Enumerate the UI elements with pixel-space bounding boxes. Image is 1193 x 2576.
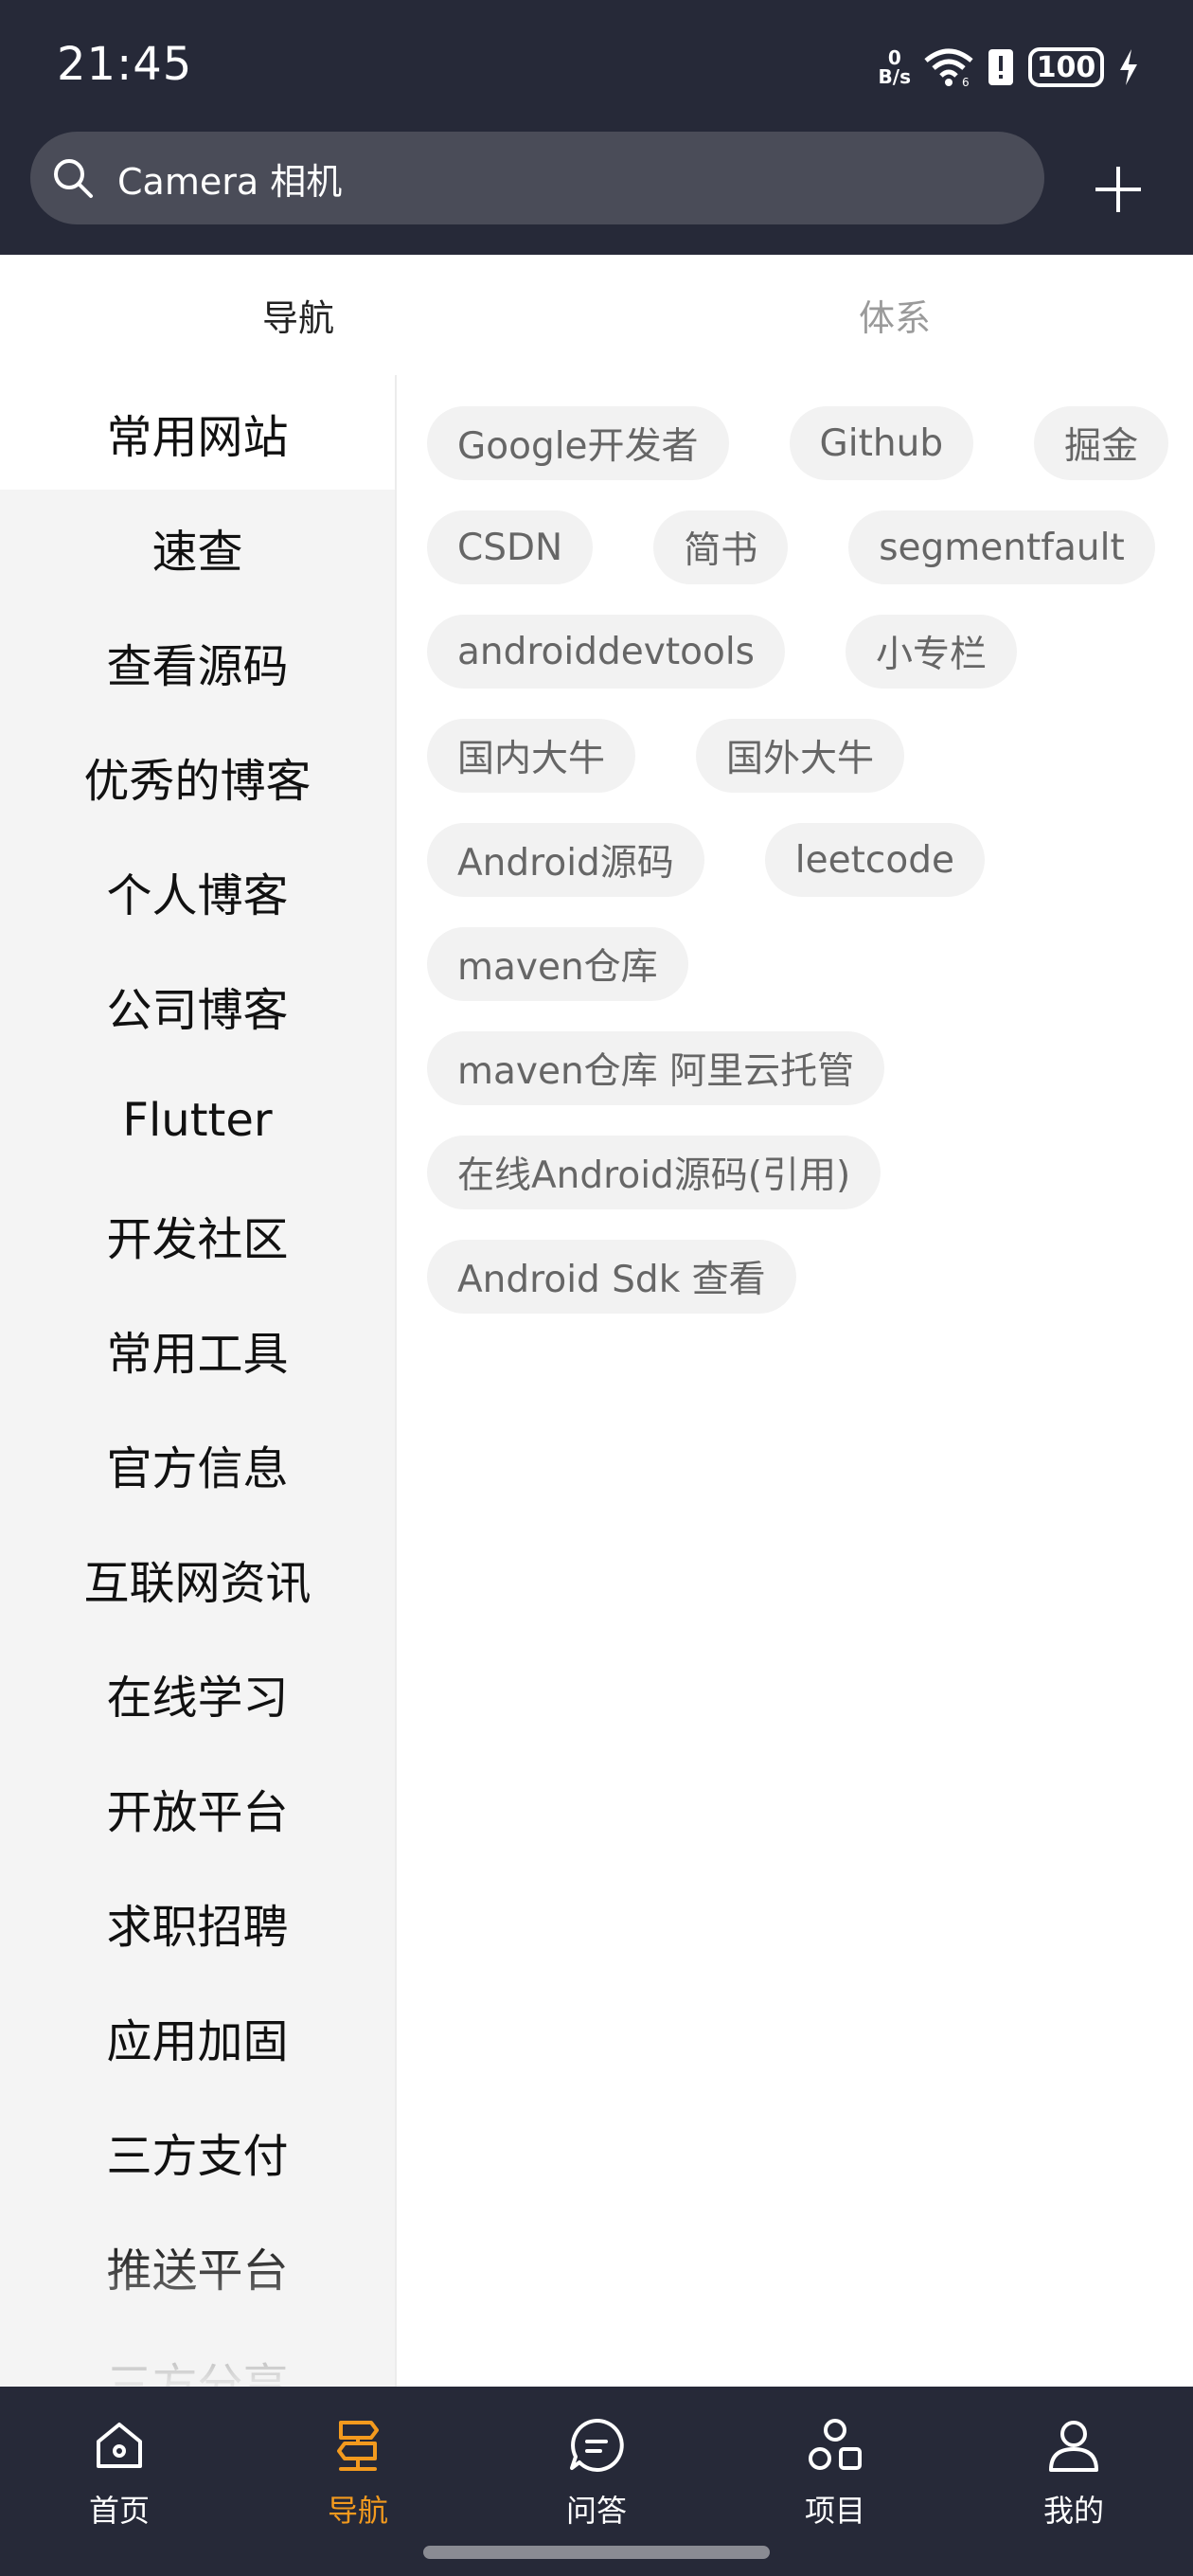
sidebar-item[interactable]: 开发社区 xyxy=(0,1177,395,1292)
tab-bar: 导航 体系 xyxy=(0,255,1193,375)
link-chip[interactable]: Android Sdk 查看 xyxy=(427,1240,796,1314)
link-chip[interactable]: Google开发者 xyxy=(427,406,729,480)
chip-row: 国内大牛 国外大牛 xyxy=(427,719,1175,793)
sidebar-item[interactable]: 开放平台 xyxy=(0,1750,395,1865)
app-header: 21:45 0 B/s 6 100 Camera 相机 xyxy=(0,0,1193,255)
alert-icon xyxy=(988,49,1013,85)
link-chip[interactable]: 小专栏 xyxy=(846,615,1018,689)
shapes-icon xyxy=(809,2419,862,2470)
sidebar-item[interactable]: 优秀的博客 xyxy=(0,719,395,833)
charging-icon xyxy=(1120,49,1137,85)
sidebar-item[interactable]: 速查 xyxy=(0,490,395,604)
sidebar-item[interactable]: 应用加固 xyxy=(0,1979,395,2094)
sidebar-item[interactable]: 常用网站 xyxy=(0,375,395,490)
link-chip[interactable]: maven仓库 xyxy=(427,927,688,1001)
sidebar-item[interactable]: 互联网资讯 xyxy=(0,1521,395,1636)
chip-row: maven仓库 xyxy=(427,927,1175,1001)
status-time: 21:45 xyxy=(57,38,193,91)
home-icon xyxy=(97,2423,142,2468)
nav-navigation-label: 导航 xyxy=(327,2493,388,2529)
link-chip-grid: Google开发者 Github 掘金 CSDN 简书 segmentfault… xyxy=(427,406,1175,1344)
chip-row: CSDN 简书 segmentfault xyxy=(427,510,1175,584)
network-speed: 0 B/s xyxy=(879,48,911,86)
sidebar-item[interactable]: 求职招聘 xyxy=(0,1865,395,1979)
sidebar-item[interactable]: 推送平台 xyxy=(0,2209,395,2323)
status-icons: 0 B/s 6 100 xyxy=(879,44,1140,91)
svg-text:6: 6 xyxy=(962,76,970,87)
nav-profile-label: 我的 xyxy=(1042,2493,1104,2529)
sidebar-item[interactable]: 三方分享 xyxy=(0,2323,395,2388)
link-chip[interactable]: androiddevtools xyxy=(427,615,785,689)
battery-level: 100 xyxy=(1036,50,1096,84)
link-chip[interactable]: CSDN xyxy=(427,510,594,584)
tab-system[interactable]: 体系 xyxy=(596,255,1193,375)
nav-home-label: 首页 xyxy=(88,2493,150,2529)
sidebar-item[interactable]: 常用工具 xyxy=(0,1292,395,1406)
home-indicator[interactable] xyxy=(423,2546,770,2559)
nav-projects-label: 项目 xyxy=(804,2493,865,2529)
chip-row: Android源码 leetcode xyxy=(427,823,1175,897)
search-bar[interactable]: Camera 相机 xyxy=(30,132,1044,224)
network-speed-unit: B/s xyxy=(878,65,911,88)
nav-home[interactable]: 首页 xyxy=(0,2387,239,2576)
link-chip[interactable]: segmentfault xyxy=(848,510,1155,584)
nav-profile[interactable]: 我的 xyxy=(954,2387,1193,2576)
battery-icon: 100 xyxy=(1028,47,1104,87)
sidebar-item[interactable]: 查看源码 xyxy=(0,604,395,719)
add-button[interactable] xyxy=(1085,156,1151,223)
panel-divider xyxy=(395,375,397,2387)
link-chip[interactable]: 国外大牛 xyxy=(696,719,905,793)
sidebar-item[interactable]: 官方信息 xyxy=(0,1406,395,1521)
link-chip[interactable]: 简书 xyxy=(653,510,789,584)
category-sidebar[interactable]: 常用网站 速查 查看源码 优秀的博客 个人博客 公司博客 Flutter 开发社… xyxy=(0,375,395,2387)
network-speed-value: 0 xyxy=(887,46,901,69)
sidebar-item[interactable]: 公司博客 xyxy=(0,948,395,1063)
link-chip[interactable]: 掘金 xyxy=(1034,406,1169,480)
tab-navigation[interactable]: 导航 xyxy=(0,255,596,375)
sidebar-item[interactable]: 在线学习 xyxy=(0,1636,395,1750)
link-chip[interactable]: maven仓库 阿里云托管 xyxy=(427,1031,885,1105)
search-query-text: Camera 相机 xyxy=(117,160,343,203)
search-icon xyxy=(54,159,93,198)
nav-qa-label: 问答 xyxy=(565,2493,627,2529)
chip-row: maven仓库 阿里云托管 xyxy=(427,1031,1175,1105)
signpost-icon xyxy=(337,2421,379,2471)
chip-row: Google开发者 Github 掘金 xyxy=(427,406,1175,480)
link-chip[interactable]: 在线Android源码(引用) xyxy=(427,1136,881,1209)
sidebar-item[interactable]: Flutter xyxy=(0,1063,395,1177)
user-icon xyxy=(1049,2421,1098,2472)
plus-icon xyxy=(1095,167,1141,212)
sidebar-item[interactable]: 个人博客 xyxy=(0,833,395,948)
chip-row: Android Sdk 查看 xyxy=(427,1240,1175,1314)
wifi-icon: 6 xyxy=(924,48,973,87)
link-chip[interactable]: leetcode xyxy=(764,823,985,897)
link-chip[interactable]: 国内大牛 xyxy=(427,719,636,793)
chip-row: androiddevtools 小专栏 xyxy=(427,615,1175,689)
link-chip[interactable]: Github xyxy=(789,406,974,480)
sidebar-item[interactable]: 三方支付 xyxy=(0,2094,395,2209)
link-chip[interactable]: Android源码 xyxy=(427,823,704,897)
chat-bubble-icon xyxy=(570,2418,624,2472)
chip-row: 在线Android源码(引用) xyxy=(427,1136,1175,1209)
